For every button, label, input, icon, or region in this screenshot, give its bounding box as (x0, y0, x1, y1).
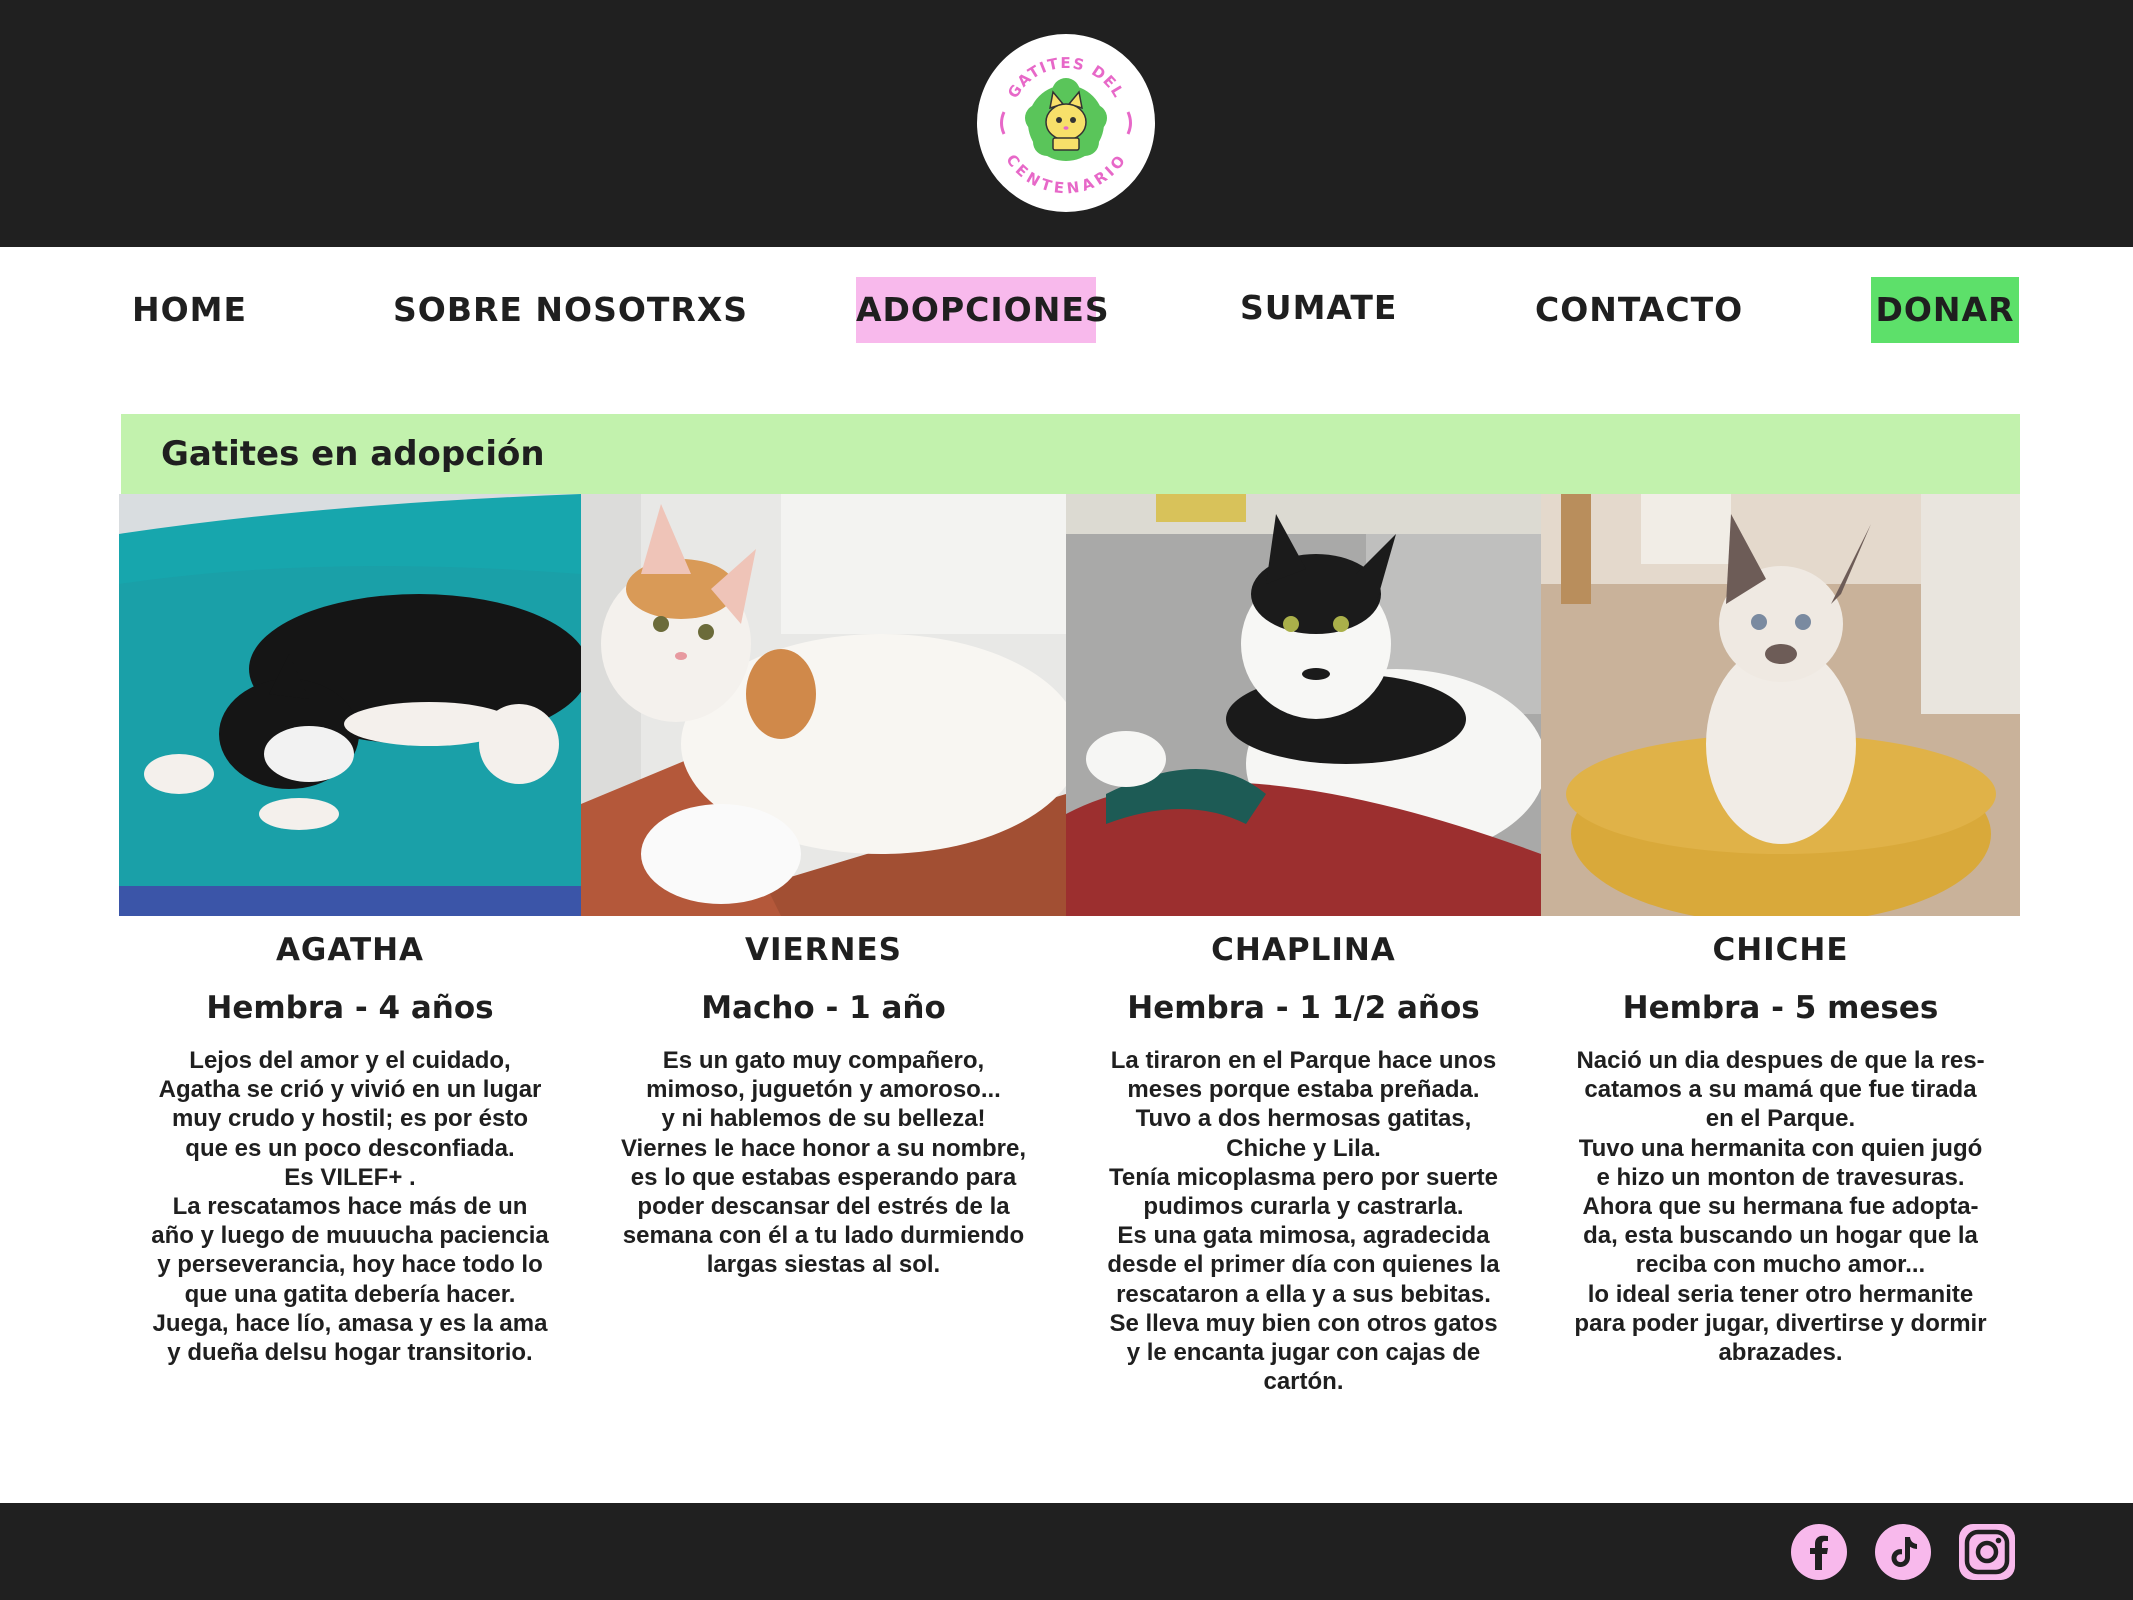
cat-card-agatha: AGATHA Hembra - 4 años Lejos del amor y … (119, 930, 581, 1367)
cat-info: Hembra - 5 meses (1622, 990, 1939, 1026)
cat-description: Nació un dia despues de que la res- cata… (1574, 1047, 1987, 1367)
nav-contact[interactable]: CONTACTO (1535, 277, 1743, 343)
cat-photo-viernes (581, 494, 1066, 916)
cat-name: CHAPLINA (1211, 932, 1396, 968)
logo-icon: GATITES DEL CENTENARIO (980, 37, 1152, 209)
nav-about[interactable]: SOBRE NOSOTRXS (393, 277, 748, 343)
cat-photo-chiche (1541, 494, 2020, 916)
site-logo[interactable]: GATITES DEL CENTENARIO (977, 34, 1155, 212)
facebook-icon[interactable] (1791, 1524, 1847, 1580)
cat-info: Hembra - 1 1/2 años (1127, 990, 1480, 1026)
cat-info: Hembra - 4 años (206, 990, 494, 1026)
cat-card-chaplina: CHAPLINA Hembra - 1 1/2 años La tiraron … (1066, 930, 1541, 1396)
cat-info: Macho - 1 año (701, 990, 946, 1026)
tiktok-icon[interactable] (1875, 1524, 1931, 1580)
cat-name: AGATHA (275, 932, 425, 968)
nav-home[interactable]: HOME (132, 277, 247, 343)
cat-photo-chaplina (1066, 494, 1541, 916)
cat-card-viernes: VIERNES Macho - 1 año Es un gato muy com… (581, 930, 1066, 1280)
cat-description: Lejos del amor y el cuidado, Agatha se c… (151, 1047, 549, 1367)
nav-join[interactable]: SUMATE (1240, 275, 1397, 341)
nav-adoptions[interactable]: ADOPCIONES (856, 277, 1109, 343)
section-banner: Gatites en adopción (121, 414, 2020, 494)
donate-button[interactable]: DONAR (1871, 277, 2019, 343)
cat-description: La tiraron en el Parque hace unos meses … (1107, 1047, 1500, 1396)
cat-photo-agatha (119, 494, 581, 916)
site-header: GATITES DEL CENTENARIO (0, 0, 2133, 247)
cat-name: CHICHE (1712, 932, 1849, 968)
instagram-icon[interactable] (1959, 1524, 2015, 1580)
cat-name: VIERNES (744, 932, 903, 968)
cat-card-chiche: CHICHE Hembra - 5 meses Nació un dia des… (1541, 930, 2020, 1367)
section-title: Gatites en adopción (161, 434, 545, 474)
cat-description: Es un gato muy compañero, mimoso, juguet… (620, 1047, 1027, 1279)
